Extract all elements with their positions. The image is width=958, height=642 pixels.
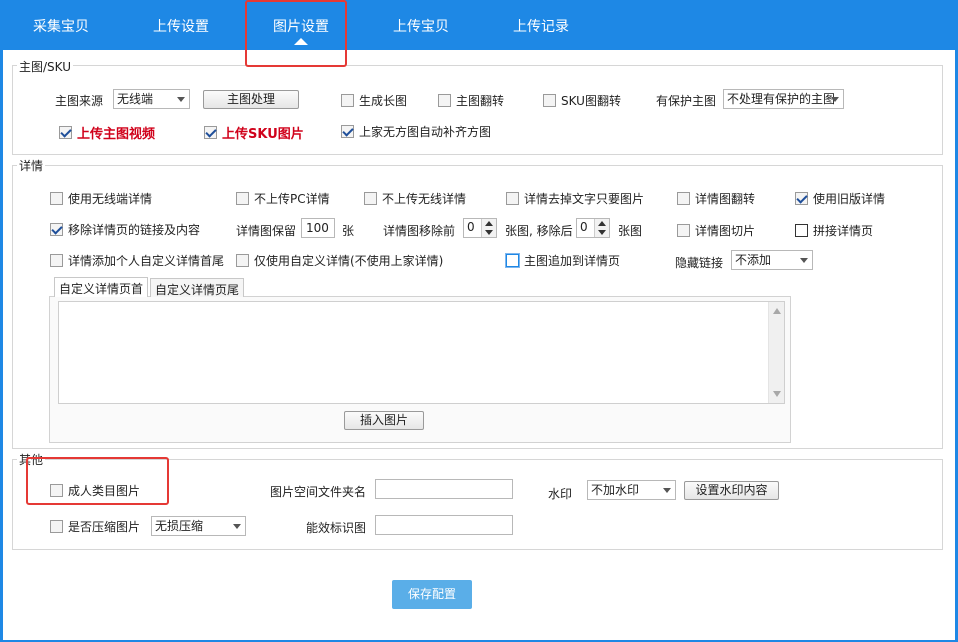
detail-remove-after-unit: 张图 — [618, 224, 643, 238]
highlight-box-tab — [245, 0, 347, 67]
remove-text-keep-images-checkbox[interactable]: 详情去掉文字只要图片 — [506, 190, 644, 207]
checkbox-checked-icon — [795, 192, 808, 205]
chevron-down-icon — [831, 97, 839, 102]
checkbox-icon — [677, 224, 690, 237]
upload-main-video-checkbox[interactable]: 上传主图视频 — [59, 123, 155, 142]
use-wireless-detail-checkbox[interactable]: 使用无线端详情 — [50, 190, 152, 207]
image-folder-label: 图片空间文件夹名 — [270, 485, 367, 499]
flip-sku-image-checkbox[interactable]: SKU图翻转 — [543, 92, 621, 109]
checkbox-icon — [795, 224, 808, 237]
add-custom-header-footer-checkbox[interactable]: 详情添加个人自定义详情首尾 — [50, 252, 224, 269]
custom-detail-textarea[interactable] — [58, 301, 785, 404]
protected-main-image-label: 有保护主图 — [656, 94, 717, 108]
top-tab-bar: 采集宝贝 上传设置 图片设置 上传宝贝 上传记录 — [0, 0, 958, 50]
use-old-detail-checkbox[interactable]: 使用旧版详情 — [795, 190, 885, 207]
tab-upload-items[interactable]: 上传宝贝 — [393, 16, 449, 36]
insert-image-button[interactable]: 插入图片 — [344, 411, 424, 430]
remove-detail-links-checkbox[interactable]: 移除详情页的链接及内容 — [50, 221, 200, 238]
save-config-button[interactable]: 保存配置 — [392, 580, 472, 609]
scrollbar[interactable] — [768, 302, 784, 403]
checkbox-icon — [50, 520, 63, 533]
main-image-source-label: 主图来源 — [55, 94, 104, 108]
slice-detail-image-checkbox[interactable]: 详情图切片 — [677, 222, 755, 239]
detail-group-title: 详情 — [17, 157, 46, 174]
highlight-box-adult — [26, 457, 169, 505]
checkbox-icon — [341, 94, 354, 107]
checkbox-icon — [236, 192, 249, 205]
efficacy-label: 能效标识图 — [306, 521, 367, 535]
flip-detail-image-checkbox[interactable]: 详情图翻转 — [677, 190, 755, 207]
hide-link-label: 隐藏链接 — [675, 256, 724, 270]
append-main-image-checkbox[interactable]: 主图追加到详情页 — [506, 252, 620, 269]
checkbox-icon — [236, 254, 249, 267]
checkbox-checked-icon — [204, 126, 217, 139]
checkbox-checked-icon — [50, 223, 63, 236]
checkbox-icon — [543, 94, 556, 107]
only-custom-detail-checkbox[interactable]: 仅使用自定义详情(不使用上家详情) — [236, 252, 443, 269]
watermark-select[interactable]: 不加水印 — [587, 480, 676, 500]
join-detail-page-checkbox[interactable]: 拼接详情页 — [795, 222, 873, 239]
no-pc-detail-checkbox[interactable]: 不上传PC详情 — [236, 190, 330, 207]
checkbox-checked-icon — [341, 125, 354, 138]
watermark-label: 水印 — [548, 487, 573, 501]
arrow-down-icon — [598, 230, 606, 235]
checkbox-icon — [506, 192, 519, 205]
checkbox-icon — [506, 254, 519, 267]
scroll-up-icon[interactable] — [773, 308, 781, 314]
auto-square-image-checkbox[interactable]: 上家无方图自动补齐方图 — [341, 123, 491, 140]
main-image-source-select[interactable]: 无线端 — [113, 89, 190, 109]
tab-custom-detail-footer[interactable]: 自定义详情页尾 — [150, 278, 245, 297]
checkbox-icon — [50, 254, 63, 267]
main-image-group-title: 主图/SKU — [17, 58, 73, 75]
detail-keep-unit: 张 — [342, 224, 355, 238]
detail-keep-input[interactable]: 100 — [301, 218, 335, 238]
flip-main-image-checkbox[interactable]: 主图翻转 — [438, 92, 504, 109]
no-wireless-detail-checkbox[interactable]: 不上传无线详情 — [364, 190, 466, 207]
chevron-down-icon — [177, 97, 185, 102]
checkbox-icon — [364, 192, 377, 205]
detail-keep-label: 详情图保留 — [236, 224, 297, 238]
checkbox-checked-icon — [59, 126, 72, 139]
tab-upload-settings[interactable]: 上传设置 — [153, 16, 209, 36]
arrow-up-icon — [485, 221, 493, 226]
image-folder-input[interactable] — [375, 479, 513, 499]
detail-remove-after-label: 张图, 移除后 — [505, 224, 573, 238]
scroll-down-icon[interactable] — [773, 391, 781, 397]
protected-main-image-select[interactable]: 不处理有保护的主图 — [723, 89, 844, 109]
arrow-down-icon — [485, 230, 493, 235]
detail-remove-front-label: 详情图移除前 — [383, 224, 456, 238]
tab-collect[interactable]: 采集宝贝 — [33, 16, 89, 36]
detail-remove-after-stepper[interactable]: 0 — [576, 218, 610, 238]
settings-panel: 主图/SKU 主图来源 无线端 主图处理 生成长图 主图翻转 SKU图翻转 有保… — [3, 50, 955, 640]
hide-link-select[interactable]: 不添加 — [731, 250, 813, 270]
compress-mode-select[interactable]: 无损压缩 — [151, 516, 246, 536]
chevron-down-icon — [800, 258, 808, 263]
efficacy-input[interactable] — [375, 515, 513, 535]
tab-custom-detail-header[interactable]: 自定义详情页首 — [54, 277, 149, 297]
compress-images-checkbox[interactable]: 是否压缩图片 — [50, 518, 140, 535]
main-image-process-button[interactable]: 主图处理 — [203, 90, 299, 109]
set-watermark-button[interactable]: 设置水印内容 — [684, 481, 779, 500]
upload-sku-image-checkbox[interactable]: 上传SKU图片 — [204, 123, 304, 142]
arrow-up-icon — [598, 221, 606, 226]
tab-upload-records[interactable]: 上传记录 — [513, 16, 569, 36]
gen-long-image-checkbox[interactable]: 生成长图 — [341, 92, 407, 109]
checkbox-icon — [677, 192, 690, 205]
detail-remove-front-stepper[interactable]: 0 — [463, 218, 497, 238]
chevron-down-icon — [233, 524, 241, 529]
checkbox-icon — [438, 94, 451, 107]
chevron-down-icon — [663, 488, 671, 493]
checkbox-icon — [50, 192, 63, 205]
